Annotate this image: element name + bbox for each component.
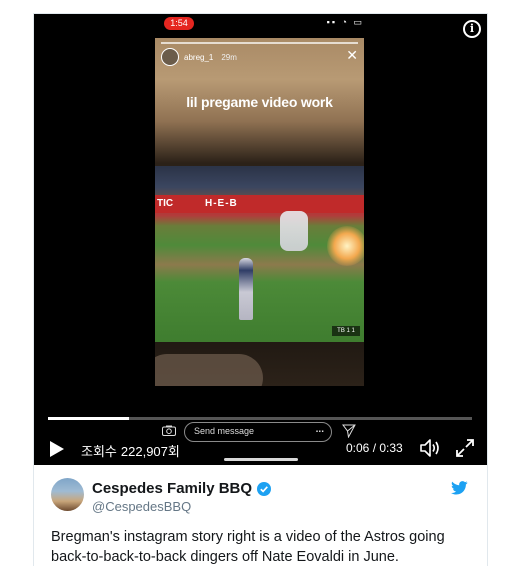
- banner-text-left: TIC: [157, 198, 174, 209]
- story-caption: lil pregame video work: [186, 94, 333, 110]
- baseball-field-video: TIC H-E-B TB 1 1: [155, 166, 364, 342]
- home-indicator: [224, 458, 298, 461]
- tweet-card: i 1:54 ▪▪ ◔ ▭ abreg_1 29m ✕ lil pregame …: [33, 13, 488, 566]
- lens-flare: [327, 226, 364, 266]
- banner-text-right: H-E-B: [205, 198, 238, 209]
- story-username: abreg_1: [184, 52, 214, 62]
- outfield-banner: TIC H-E-B: [155, 195, 364, 213]
- finger-blur: [155, 354, 263, 386]
- pitcher: [239, 258, 253, 320]
- play-icon[interactable]: [46, 439, 66, 459]
- story-progress-bar: [161, 42, 358, 44]
- story-age: 29m: [221, 52, 237, 62]
- tweet-body: Cespedes Family BBQ @CespedesBBQ Bregman…: [34, 465, 487, 566]
- scorebug: TB 1 1: [332, 326, 360, 336]
- user-handle[interactable]: @CespedesBBQ: [92, 499, 191, 514]
- video-time: 0:06 / 0:33: [346, 441, 403, 455]
- phone-status-bar: 1:54 ▪▪ ◔ ▭: [164, 17, 364, 31]
- batter-catcher: [280, 211, 308, 251]
- views-label: 조회수: [81, 444, 117, 459]
- display-name[interactable]: Cespedes Family BBQ: [92, 480, 252, 497]
- tweet-text: Bregman's instagram story right is a vid…: [51, 529, 445, 565]
- view-count: 조회수 222,907회: [81, 441, 180, 460]
- twitter-bird-icon[interactable]: [451, 481, 468, 495]
- verified-badge-icon: [257, 481, 272, 496]
- story-user: abreg_1 29m: [161, 48, 237, 66]
- avatar[interactable]: [51, 478, 84, 511]
- fullscreen-icon[interactable]: [455, 438, 475, 458]
- video-progress-fill: [48, 417, 129, 420]
- author-row: Cespedes Family BBQ: [92, 480, 272, 497]
- volume-icon[interactable]: [419, 438, 441, 458]
- status-time: 1:54: [164, 17, 194, 30]
- video-progress-track[interactable]: [48, 417, 472, 420]
- instagram-story-frame: abreg_1 29m ✕ lil pregame video work TIC…: [155, 38, 364, 386]
- info-icon[interactable]: i: [463, 20, 481, 38]
- signal-wifi-battery-icon: ▪▪ ◔ ▭: [326, 17, 364, 27]
- video-player[interactable]: i 1:54 ▪▪ ◔ ▭ abreg_1 29m ✕ lil pregame …: [34, 14, 487, 465]
- story-close-icon: ✕: [346, 47, 358, 63]
- views-value: 222,907회: [120, 444, 180, 459]
- story-avatar: [161, 48, 179, 66]
